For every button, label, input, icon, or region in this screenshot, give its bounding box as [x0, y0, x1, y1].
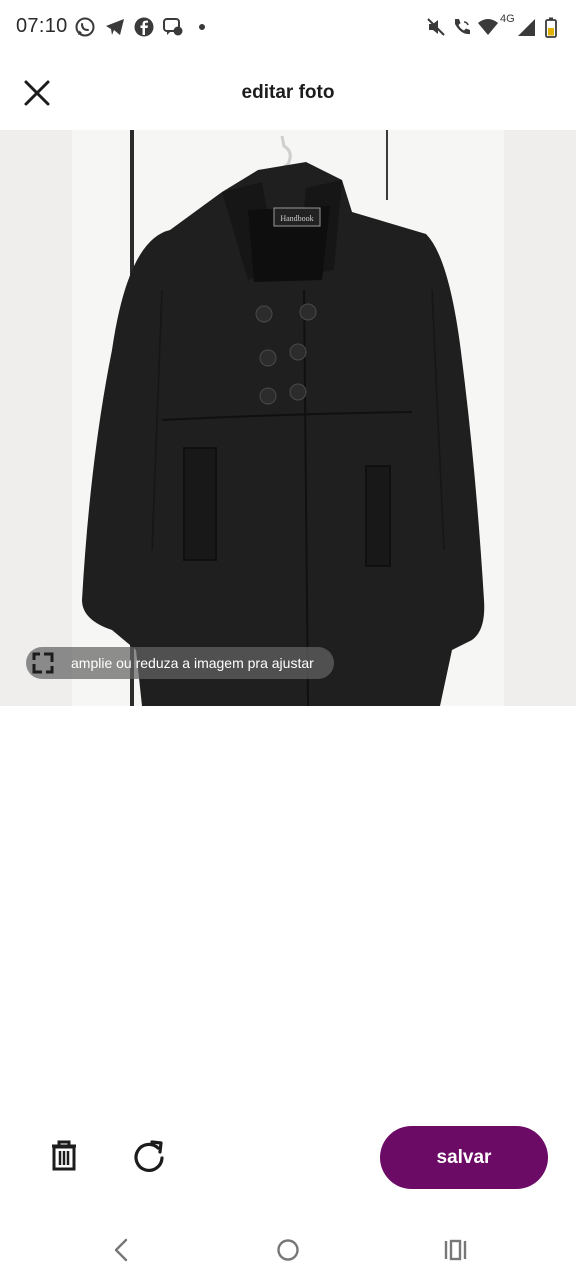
- photo-editor-area[interactable]: Handbook amplie ou reduza a imagem pra a…: [0, 130, 576, 706]
- signal-icon: [518, 19, 535, 36]
- telegram-icon: [106, 19, 124, 35]
- status-bar: 07:10 4G: [0, 0, 576, 56]
- network-type: 4G: [500, 13, 515, 25]
- system-nav-bar: [0, 1220, 576, 1280]
- coat-brand-label: Handbook: [280, 214, 313, 223]
- zoom-hint: amplie ou reduza a imagem pra ajustar: [26, 647, 334, 679]
- whatsapp-icon: [75, 17, 95, 37]
- battery-icon: [545, 17, 557, 38]
- save-button[interactable]: salvar: [380, 1126, 548, 1189]
- recents-icon[interactable]: [439, 1234, 471, 1266]
- rotate-icon[interactable]: [128, 1136, 170, 1178]
- home-icon[interactable]: [272, 1234, 304, 1266]
- wifi-icon: [478, 19, 498, 35]
- page-title: editar foto: [241, 82, 335, 103]
- trash-icon[interactable]: [44, 1136, 84, 1176]
- coat-photo[interactable]: Handbook: [72, 130, 504, 706]
- chat-icon: [163, 18, 183, 36]
- wifi-calling-icon: [455, 19, 470, 35]
- crop-resize-icon: [32, 652, 54, 674]
- status-time: 07:10: [16, 15, 68, 37]
- zoom-hint-text: amplie ou reduza a imagem pra ajustar: [71, 655, 314, 671]
- facebook-icon: [134, 17, 154, 37]
- notification-dot: [199, 24, 205, 30]
- header: editar foto: [0, 56, 576, 130]
- coat-image: Handbook: [72, 130, 504, 706]
- back-icon[interactable]: [106, 1234, 138, 1266]
- edit-toolbar: salvar: [0, 1120, 576, 1200]
- mute-icon: [427, 18, 445, 36]
